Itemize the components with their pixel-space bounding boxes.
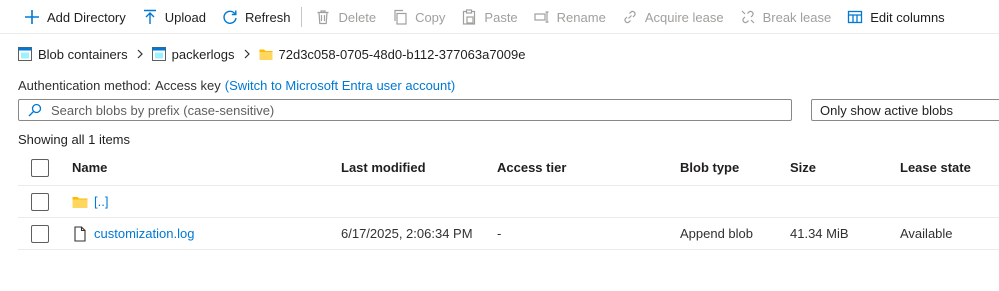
item-count: Showing all 1 items (18, 132, 130, 147)
edit-columns-label: Edit columns (870, 9, 945, 25)
refresh-label: Refresh (244, 9, 291, 25)
toolbar-divider (301, 7, 303, 27)
delete-button[interactable]: Delete (307, 0, 384, 34)
last-modified-cell: 6/17/2025, 2:06:34 PM (341, 226, 473, 241)
folder-icon (259, 49, 272, 60)
breadcrumb-current-folder: 72d3c058-0705-48d0-b112-377063a7009e (259, 46, 526, 62)
broken-link-icon (741, 10, 755, 24)
search-input[interactable] (51, 102, 751, 118)
name-cell: customization.log (72, 218, 194, 249)
link-icon (624, 10, 636, 24)
column-header-last-modified[interactable]: Last modified (341, 150, 426, 185)
breadcrumb-label: 72d3c058-0705-48d0-b112-377063a7009e (278, 46, 526, 62)
blob-type-cell: Append blob (680, 226, 754, 241)
file-icon (74, 225, 86, 242)
auth-method-label: Authentication method: (18, 77, 151, 93)
search-icon (28, 103, 42, 117)
refresh-icon (223, 10, 237, 24)
upload-button[interactable]: Upload (134, 0, 214, 34)
blob-table: Name Last modified Access tier Blob type… (18, 150, 999, 250)
table-header: Name Last modified Access tier Blob type… (18, 150, 999, 186)
acquire-lease-label: Acquire lease (644, 9, 724, 25)
paste-icon (463, 9, 476, 25)
switch-auth-link[interactable]: (Switch to Microsoft Entra user account) (225, 78, 455, 93)
lease-state-cell: Available (900, 226, 953, 241)
name-cell: [..] (72, 186, 108, 217)
copy-icon (394, 9, 407, 25)
folder-icon (72, 196, 88, 208)
container-icon (18, 47, 32, 61)
search-box (18, 99, 792, 121)
add-directory-label: Add Directory (47, 9, 126, 25)
trash-icon (317, 10, 329, 25)
column-header-size[interactable]: Size (790, 150, 816, 185)
paste-label: Paste (484, 9, 518, 25)
container-icon (151, 47, 166, 61)
edit-columns-button[interactable]: Edit columns (839, 0, 952, 34)
auth-method-value: Access key (154, 77, 221, 93)
columns-icon (848, 10, 863, 24)
rename-label: Rename (556, 9, 606, 25)
chevron-right-icon (137, 49, 143, 59)
break-lease-label: Break lease (762, 9, 832, 25)
toolbar: Add Directory Upload Refresh Delete Copy… (0, 0, 999, 34)
row-select-cell (31, 218, 49, 249)
paste-button[interactable]: Paste (453, 0, 525, 34)
breadcrumb-label: packerlogs (171, 46, 235, 62)
blob-filter-value: Only show active blobs (820, 102, 953, 118)
blob-filter-select[interactable]: Only show active blobs (811, 99, 999, 121)
breadcrumb: Blob containers packerlogs 72d3c058-0705… (18, 44, 525, 64)
delete-label: Delete (338, 9, 377, 25)
column-header-access-tier[interactable]: Access tier (497, 150, 566, 185)
upload-label: Upload (164, 9, 206, 25)
row-select-cell (31, 186, 49, 217)
toolbar-divider-line (0, 33, 999, 34)
access-tier-cell: - (497, 226, 502, 241)
column-header-lease-state[interactable]: Lease state (900, 150, 971, 185)
row-name: [..] (94, 194, 109, 209)
refresh-button[interactable]: Refresh (214, 0, 299, 34)
auth-method: Authentication method: Access key (Switc… (18, 76, 455, 94)
breadcrumb-packerlogs[interactable]: packerlogs (151, 46, 235, 62)
row-checkbox[interactable] (31, 192, 49, 211)
table-row: customization.log 6/17/2025, 2:06:34 PM … (18, 218, 999, 250)
add-directory-button[interactable]: Add Directory (0, 0, 134, 34)
blob-name-link[interactable]: customization.log (72, 225, 195, 242)
column-header-name[interactable]: Name (72, 150, 107, 185)
chevron-right-icon (244, 49, 250, 59)
rename-icon (534, 11, 549, 23)
breadcrumb-blob-containers[interactable]: Blob containers (18, 47, 128, 62)
select-all-checkbox[interactable] (31, 158, 49, 177)
parent-folder-link[interactable]: [..] (72, 194, 108, 210)
acquire-lease-button[interactable]: Acquire lease (614, 0, 732, 34)
size-cell: 41.34 MiB (790, 226, 849, 241)
column-header-blob-type[interactable]: Blob type (680, 150, 739, 185)
copy-label: Copy (415, 9, 446, 25)
plus-icon (25, 10, 39, 24)
select-all-cell (31, 150, 49, 185)
row-checkbox[interactable] (31, 224, 49, 243)
row-name: customization.log (94, 226, 195, 241)
table-row: [..] (18, 186, 999, 218)
break-lease-button[interactable]: Break lease (732, 0, 840, 34)
rename-button[interactable]: Rename (526, 0, 614, 34)
breadcrumb-label: Blob containers (38, 46, 128, 62)
upload-arrow-icon (143, 9, 156, 24)
copy-button[interactable]: Copy (384, 0, 453, 34)
